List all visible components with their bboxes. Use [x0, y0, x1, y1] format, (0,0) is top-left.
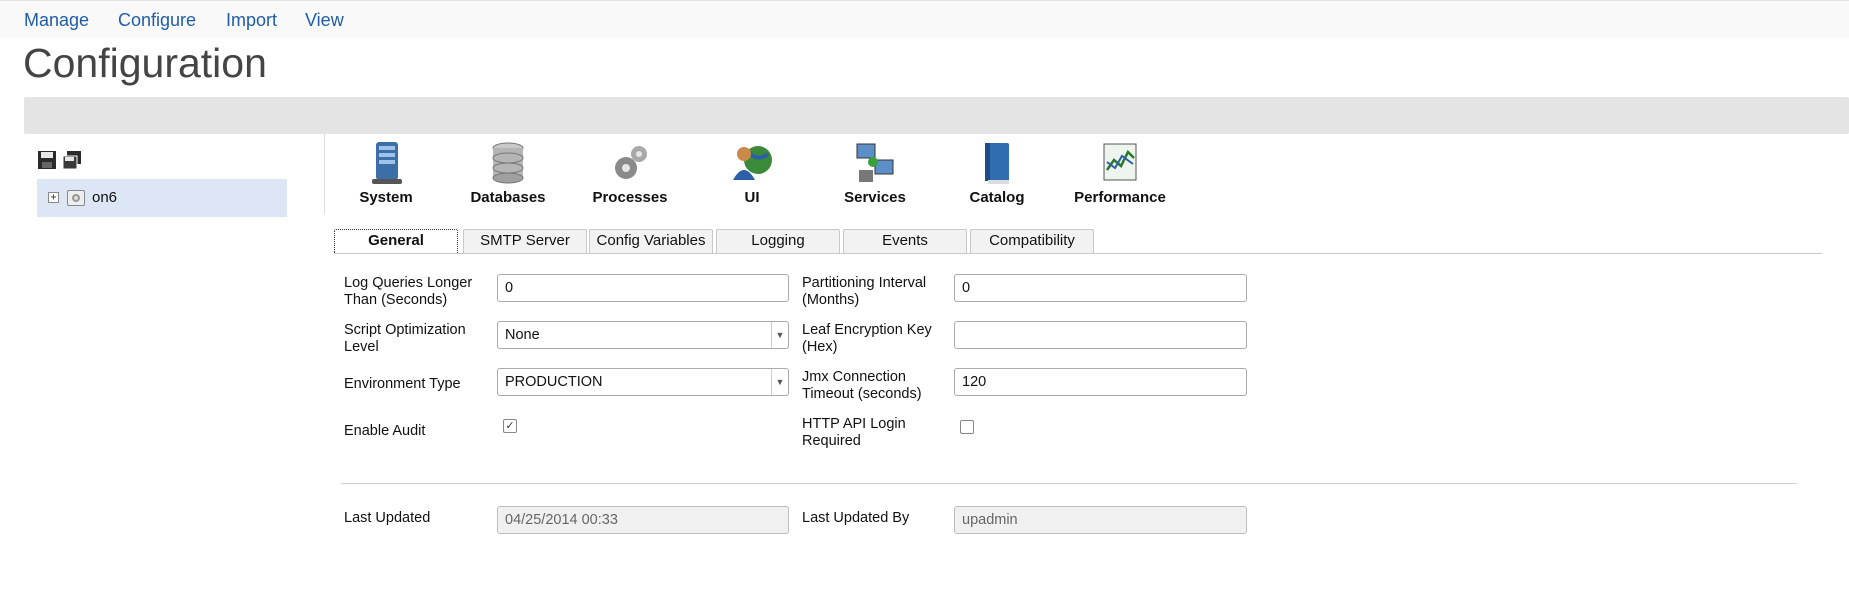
- environment-type-value: PRODUCTION: [505, 374, 603, 390]
- server-node-icon: [67, 190, 85, 206]
- leaf-encryption-key-label: Leaf Encryption Key (Hex): [802, 322, 932, 355]
- top-navigation: Manage Configure Import View: [0, 0, 1849, 38]
- chevron-down-icon[interactable]: ▼: [771, 322, 788, 348]
- save-all-icon[interactable]: [62, 150, 82, 170]
- book-icon: [975, 140, 1019, 186]
- nav-configure[interactable]: Configure: [118, 10, 196, 31]
- log-queries-input[interactable]: 0: [497, 274, 789, 302]
- http-api-login-checkbox[interactable]: [960, 420, 974, 434]
- header-bar: [24, 97, 1849, 134]
- last-updated-by-field: upadmin: [954, 506, 1247, 534]
- environment-type-label: Environment Type: [344, 376, 461, 392]
- network-services-icon: [853, 140, 897, 186]
- save-icon[interactable]: [37, 150, 57, 170]
- category-catalog-label: Catalog: [969, 189, 1025, 206]
- script-optimization-select[interactable]: None ▼: [497, 321, 789, 349]
- category-performance[interactable]: Performance: [1065, 140, 1175, 206]
- category-ui-label: UI: [744, 189, 760, 206]
- script-optimization-value: None: [505, 327, 540, 343]
- jmx-timeout-input[interactable]: 120: [954, 368, 1247, 396]
- http-api-login-label: HTTP API Login Required: [802, 416, 906, 449]
- category-system-label: System: [359, 189, 413, 206]
- section-separator: [341, 483, 1797, 484]
- page-title: Configuration: [23, 40, 267, 86]
- category-performance-label: Performance: [1074, 189, 1166, 206]
- tree-node-label: on6: [92, 189, 118, 206]
- tab-config-variables[interactable]: Config Variables: [589, 229, 713, 253]
- panel-divider: [324, 134, 325, 214]
- last-updated-by-label: Last Updated By: [802, 510, 910, 526]
- nav-view[interactable]: View: [305, 10, 344, 31]
- tab-compatibility[interactable]: Compatibility: [970, 229, 1094, 253]
- leaf-encryption-key-input[interactable]: [954, 321, 1247, 349]
- user-globe-icon: [730, 140, 774, 186]
- partitioning-interval-label: Partitioning Interval (Months): [802, 275, 927, 308]
- last-updated-label: Last Updated: [344, 510, 431, 526]
- category-databases-label: Databases: [470, 189, 546, 206]
- tab-logging[interactable]: Logging: [716, 229, 840, 253]
- chevron-down-icon[interactable]: ▼: [771, 369, 788, 395]
- partitioning-interval-input[interactable]: 0: [954, 274, 1247, 302]
- tree-node-selected[interactable]: + on6: [37, 179, 287, 217]
- database-icon: [486, 140, 530, 186]
- category-services[interactable]: Services: [820, 140, 930, 206]
- checkmark-icon: ✓: [505, 420, 515, 432]
- tab-smtp-server[interactable]: SMTP Server: [463, 229, 587, 253]
- tab-events[interactable]: Events: [843, 229, 967, 253]
- category-system[interactable]: System: [331, 140, 441, 206]
- performance-chart-icon: [1098, 140, 1142, 186]
- tree-toolbar: [37, 150, 83, 170]
- log-queries-label: Log Queries Longer Than (Seconds): [344, 275, 473, 308]
- category-processes-label: Processes: [592, 189, 668, 206]
- environment-type-select[interactable]: PRODUCTION ▼: [497, 368, 789, 396]
- nav-import[interactable]: Import: [226, 10, 277, 31]
- jmx-timeout-label: Jmx Connection Timeout (seconds): [802, 369, 922, 402]
- category-services-label: Services: [844, 189, 906, 206]
- gears-icon: [608, 140, 652, 186]
- last-updated-field: 04/25/2014 00:33: [497, 506, 789, 534]
- category-databases[interactable]: Databases: [453, 140, 563, 206]
- expand-icon[interactable]: +: [48, 192, 59, 203]
- nav-manage[interactable]: Manage: [24, 10, 89, 31]
- category-catalog[interactable]: Catalog: [942, 140, 1052, 206]
- system-icon: [364, 140, 408, 186]
- category-ui[interactable]: UI: [697, 140, 807, 206]
- tab-general[interactable]: General: [334, 229, 458, 253]
- enable-audit-label: Enable Audit: [344, 423, 426, 439]
- enable-audit-checkbox[interactable]: ✓: [503, 419, 517, 433]
- category-processes[interactable]: Processes: [575, 140, 685, 206]
- tab-underline: [334, 253, 1822, 254]
- script-optimization-label: Script Optimization Level: [344, 322, 466, 355]
